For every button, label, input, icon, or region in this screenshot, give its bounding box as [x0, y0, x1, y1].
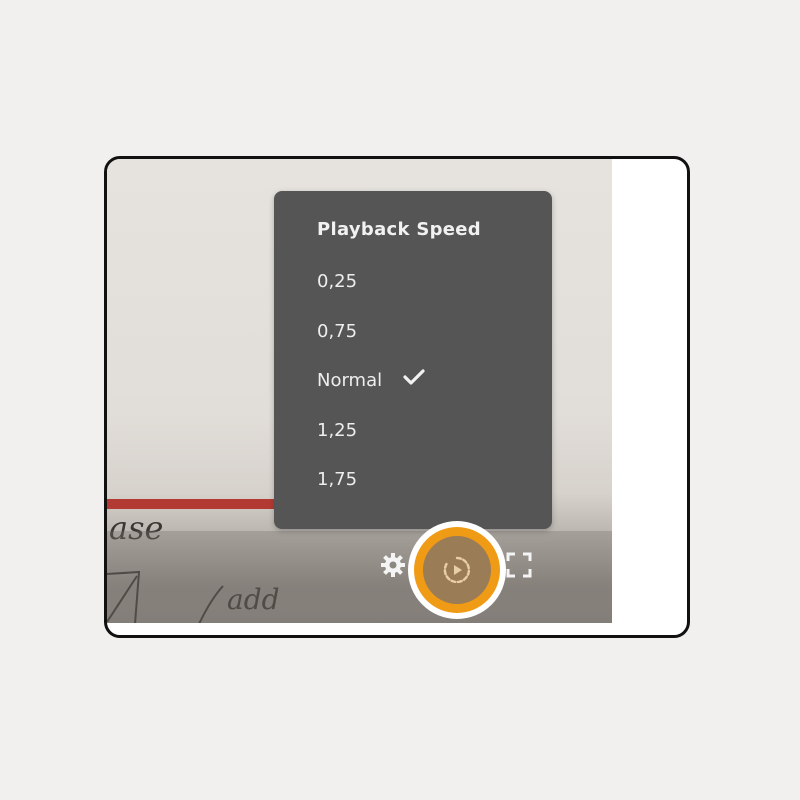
speed-option-label: 0,25 — [317, 271, 358, 292]
video-player[interactable]: ase add Playback Speed 0,25 0,75 Normal — [107, 159, 612, 623]
control-bar — [107, 531, 612, 623]
speed-option-0-25[interactable]: 0,25 — [317, 267, 357, 297]
checkmark-icon — [402, 366, 426, 396]
gear-icon[interactable] — [378, 550, 408, 580]
speed-option-label: Normal — [317, 370, 383, 391]
speed-option-label: 1,25 — [317, 420, 358, 441]
speed-option-normal[interactable]: Normal — [317, 366, 426, 396]
speed-option-1-25[interactable]: 1,25 — [317, 416, 357, 446]
playback-speed-button[interactable] — [423, 536, 491, 604]
speed-option-0-75[interactable]: 0,75 — [317, 317, 357, 347]
playback-speed-icon — [443, 556, 471, 584]
speed-option-label: 0,75 — [317, 321, 358, 342]
menu-title: Playback Speed — [317, 219, 481, 240]
playback-speed-button-highlight[interactable] — [408, 521, 506, 619]
speed-option-label: 1,75 — [317, 469, 358, 490]
fullscreen-icon[interactable] — [504, 550, 534, 580]
screenshot-frame: ase add Playback Speed 0,25 0,75 Normal — [104, 156, 690, 638]
speed-option-1-75[interactable]: 1,75 — [317, 465, 357, 495]
highlight-ring — [414, 527, 500, 613]
playback-speed-menu: Playback Speed 0,25 0,75 Normal 1,25 1,7… — [274, 191, 552, 529]
